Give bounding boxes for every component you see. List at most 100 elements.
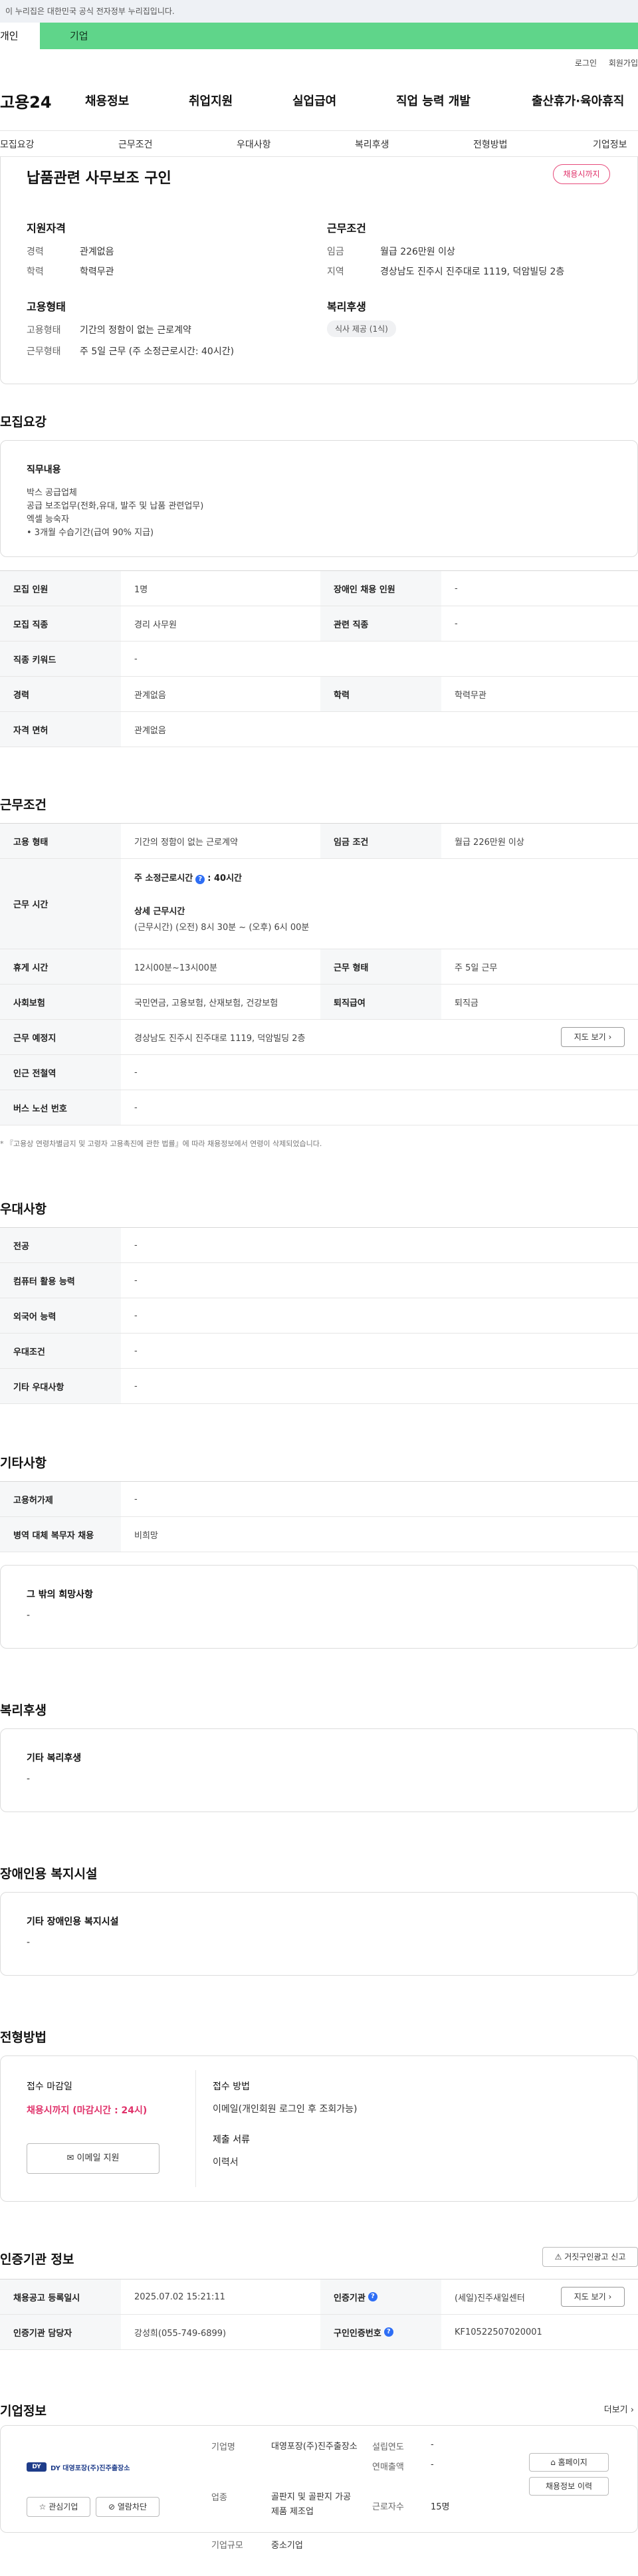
td: - (134, 1381, 138, 1391)
tab-personal[interactable]: 개인 (0, 23, 40, 49)
table-row: 외국어 능력 - (0, 1298, 638, 1334)
login-link[interactable]: 로그인 (575, 59, 597, 68)
sales-label: 연매출액 (372, 2462, 404, 2472)
email-apply-button[interactable]: ✉ 이메일 지원 (27, 2143, 160, 2174)
map-view-button[interactable]: 지도 보기 › (561, 1027, 625, 1047)
company-size-value: 중소기업 (271, 2541, 303, 2551)
table-row: 우대조건 - (0, 1334, 638, 1369)
signup-link[interactable]: 회원가입 (609, 59, 638, 68)
subnav-welfare[interactable]: 복리후생 (355, 138, 389, 151)
table-row: 버스 노선 번호 - (0, 1090, 638, 1125)
td: - (134, 653, 138, 664)
deadline-heading: 접수 마감일 (27, 2081, 72, 2092)
duty-line: • 3개월 수습기간(급여 90% 지급) (27, 528, 154, 538)
tab-business[interactable]: 기업 (40, 23, 638, 49)
job-history-button[interactable]: 채용정보 이력 (529, 2477, 609, 2496)
table-row: 사회보험 국민연금, 고용보험, 산재보험, 건강보험 퇴직급여 퇴직금 (0, 985, 638, 1020)
td: 2025.07.02 15:21:11 (134, 2291, 225, 2302)
industry-value: 골판지 및 골판지 가공제품 제조업 (271, 2492, 352, 2517)
other-wishes-value: - (27, 1610, 31, 1621)
work-section-title: 근무조건 (0, 798, 47, 812)
welfare-value: - (27, 1774, 31, 1784)
status-badge: 채용시까지 (553, 164, 610, 184)
table-row: 인증기관 담당자 강성희(055-749-6899) 구인인증번호? KF105… (0, 2315, 638, 2350)
th: 인증기관? (320, 2280, 441, 2314)
gnb-item-parental-leave[interactable]: 출산휴가·육아휴직 (532, 92, 624, 109)
docs-heading: 제출 서류 (213, 2135, 250, 2145)
th: 채용공고 등록일시 (0, 2280, 121, 2314)
th: 구인인증번호? (320, 2315, 441, 2349)
th: 컴퓨터 활용 능력 (0, 1263, 121, 1298)
subnav-work-conditions[interactable]: 근무조건 (118, 138, 153, 151)
welfare-section-title: 복리후생 (0, 1703, 47, 1718)
table-row: 컴퓨터 활용 능력 - (0, 1263, 638, 1298)
siren-icon: ⚠ (554, 2252, 562, 2262)
td: 국민연금, 고용보험, 산재보험, 건강보험 (134, 998, 278, 1008)
table-row: 경력 관계없음 학력 학력무관 (0, 677, 638, 712)
table-row: 전공 - (0, 1228, 638, 1263)
work-table: 고용 형태 기간의 정함이 없는 근로계약 임금 조건 월급 226만원 이상 … (0, 823, 638, 1125)
th: 근무 형태 (320, 949, 441, 984)
career-value: 관계없음 (80, 247, 114, 257)
th: 학력 (320, 677, 441, 711)
subnav-recruit[interactable]: 모집요강 (0, 138, 35, 151)
company-name-value: 대영포장(주)진주출장소 (271, 2442, 358, 2452)
deadline-value: 채용시까지 (마감시간 : 24시) (27, 2105, 148, 2116)
gnb-item-vocational-training[interactable]: 직업 능력 개발 (396, 92, 471, 109)
table-row: 고용허가제 - (0, 1482, 638, 1517)
homepage-button[interactable]: ⌂ 홈페이지 (529, 2453, 609, 2472)
td: - (134, 1102, 138, 1113)
help-icon[interactable]: ? (368, 2292, 377, 2301)
subnav-selection[interactable]: 전형방법 (473, 138, 508, 151)
area-label: 지역 (327, 267, 344, 277)
pref-section-title: 우대사항 (0, 1202, 47, 1217)
area-value: 경상남도 진주시 진주대로 1119, 덕암빌딩 2층 (380, 267, 565, 277)
td: 관계없음 (134, 690, 166, 701)
map-view-button[interactable]: 지도 보기 › (561, 2287, 625, 2307)
age-notice: * 『고용상 연령차별금지 및 고령자 고용촉진에 관한 법률』에 따라 채용정… (0, 1139, 322, 1148)
qual-heading: 지원자격 (27, 222, 66, 235)
gnb-item-employment-support[interactable]: 취업지원 (189, 92, 233, 109)
etc-section-title: 기타사항 (0, 1456, 47, 1470)
gnb-item-jobs[interactable]: 채용정보 (85, 92, 129, 109)
pref-table: 전공 - 컴퓨터 활용 능력 - 외국어 능력 - 우대조건 - 기타 우대사항… (0, 1227, 638, 1404)
edu-value: 학력무관 (80, 267, 114, 277)
company-name-label: 기업명 (211, 2442, 235, 2452)
td: KF10522507020001 (455, 2327, 542, 2337)
method-value: 이메일(개인회원 로그인 후 조회가능) (213, 2104, 358, 2115)
favorite-company-button[interactable]: ☆ 관심기업 (27, 2497, 90, 2517)
help-icon[interactable]: ? (383, 2327, 393, 2337)
td: 비희망 (134, 1530, 158, 1541)
disab-value: - (27, 1937, 31, 1948)
hours-detail-heading: 상세 근무시간 (134, 907, 185, 917)
td: - (134, 1346, 138, 1356)
report-fake-ad-button[interactable]: ⚠ 거짓구인광고 신고 (542, 2247, 638, 2267)
company-more-link[interactable]: 더보기 › (604, 2402, 634, 2415)
job-title: 납품관련 사무보조 구인 (27, 170, 171, 187)
wage-label: 임금 (327, 247, 344, 257)
block-view-button[interactable]: ⊘ 열람차단 (96, 2497, 160, 2517)
th: 모집 인원 (0, 571, 121, 606)
th: 관련 직종 (320, 606, 441, 641)
td: - (134, 1240, 138, 1250)
disab-section-title: 장애인용 복지시설 (0, 1867, 98, 1881)
td: (세일)진주새일센터 (455, 2293, 525, 2303)
th: 직종 키워드 (0, 642, 121, 676)
th: 장애인 채용 인원 (320, 571, 441, 606)
gnb-item-unemployment-benefit[interactable]: 실업급여 (292, 92, 336, 109)
help-icon[interactable]: ? (195, 875, 205, 884)
workform-label: 근무형태 (27, 346, 61, 357)
td: - (134, 1494, 138, 1504)
other-wishes-heading: 그 밖의 희망사항 (27, 1589, 93, 1600)
edu-label: 학력 (27, 267, 44, 277)
table-row: 기타 우대사항 - (0, 1369, 638, 1404)
subnav-company[interactable]: 기업정보 (593, 138, 627, 151)
subnav-preferences[interactable]: 우대사항 (237, 138, 271, 151)
disab-heading: 기타 장애인용 복지시설 (27, 1917, 119, 1927)
duty-heading: 직무내용 (27, 465, 61, 475)
td: 강성희(055-749-6899) (134, 2328, 227, 2339)
site-logo[interactable]: 고용24 (0, 89, 52, 112)
th: 사회보험 (0, 985, 121, 1019)
star-icon: ☆ (39, 2502, 47, 2512)
docs-value: 이력서 (213, 2157, 239, 2168)
